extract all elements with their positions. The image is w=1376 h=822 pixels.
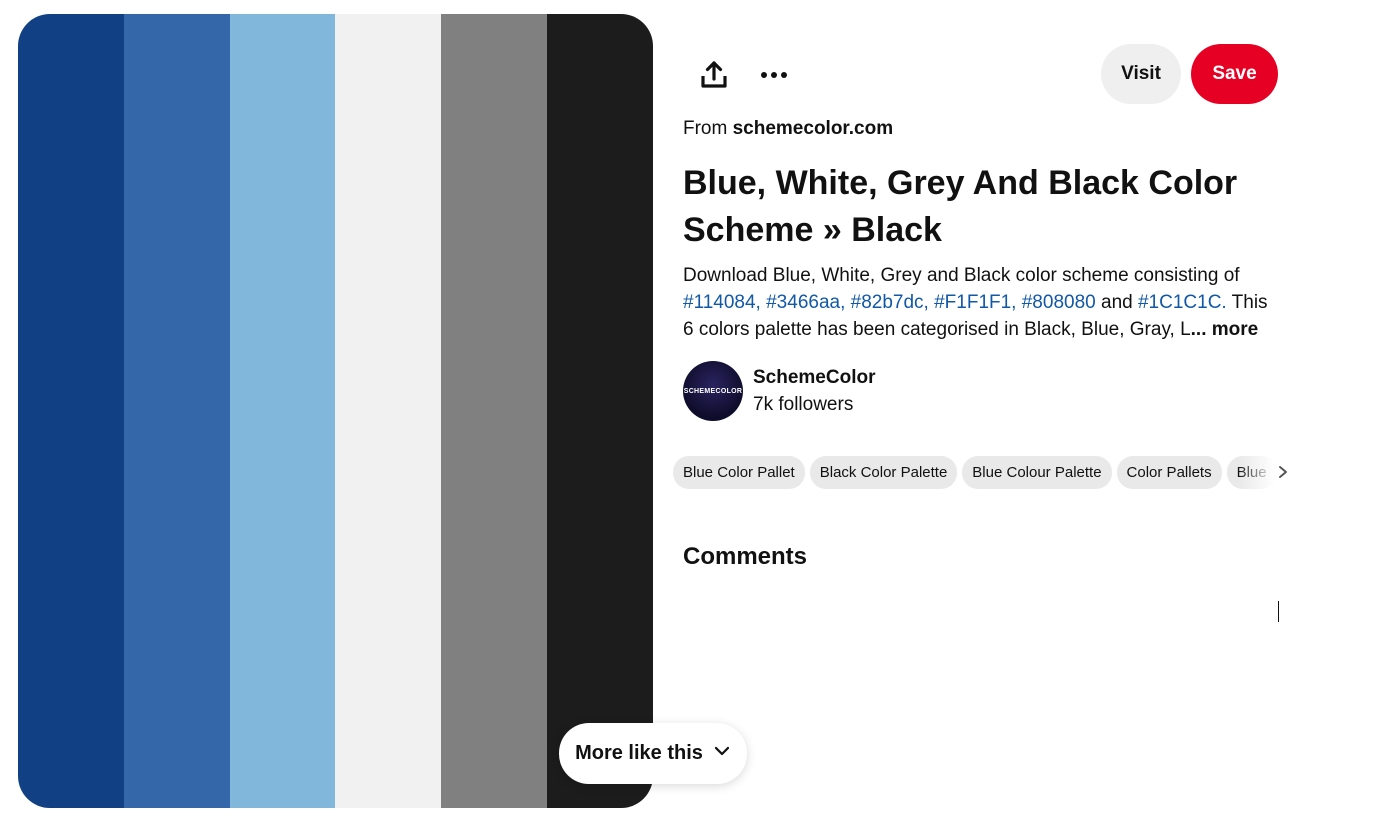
palette-swatch — [229, 14, 336, 808]
palette-swatch — [18, 14, 124, 808]
source-link[interactable]: schemecolor.com — [733, 118, 894, 139]
creator-name[interactable]: SchemeColor — [753, 367, 875, 389]
tag-chip[interactable]: Blue Colour Palette — [962, 456, 1112, 489]
more-like-this-button[interactable]: More like this — [559, 723, 747, 784]
chevron-right-icon[interactable] — [1274, 461, 1292, 483]
visit-button[interactable]: Visit — [1101, 44, 1181, 104]
creator-followers: 7k followers — [753, 394, 854, 415]
tags-row: Blue Color Pallet Black Color Palette Bl… — [673, 456, 1288, 489]
palette-swatch — [441, 14, 548, 808]
creator-avatar[interactable]: SCHEMECOLOR — [683, 361, 743, 421]
tag-chip[interactable]: Black Color Palette — [809, 456, 958, 489]
share-icon[interactable] — [690, 51, 738, 99]
text-cursor — [1278, 601, 1279, 622]
tag-chip[interactable]: Blue Color Pallet — [673, 456, 805, 489]
palette-swatch — [547, 14, 653, 808]
more-like-this-label: More like this — [575, 742, 703, 764]
pin-title: Blue, White, Grey And Black Color Scheme… — [683, 164, 1238, 249]
source-line: From schemecolor.com — [683, 118, 893, 140]
palette-swatch — [123, 14, 230, 808]
description-intro: Download Blue, White, Grey and Black col… — [683, 265, 1240, 286]
pin-image[interactable] — [18, 14, 653, 808]
save-button[interactable]: Save — [1191, 44, 1278, 104]
description-and: and — [1101, 292, 1133, 313]
source-prefix: From — [683, 118, 728, 139]
description-more-button[interactable]: ... more — [1191, 319, 1259, 340]
hex-code-last-link[interactable]: #1C1C1C. — [1138, 292, 1227, 313]
palette-swatch — [335, 14, 442, 808]
more-options-icon[interactable] — [750, 51, 798, 99]
pin-description: Download Blue, White, Grey and Black col… — [683, 262, 1283, 343]
avatar-logo-text: SCHEMECOLOR — [683, 387, 743, 395]
tag-chip[interactable]: Color Pallets — [1116, 456, 1222, 489]
comments-heading: Comments — [683, 543, 808, 570]
hex-codes-link[interactable]: #114084, #3466aa, #82b7dc, #F1F1F1, #808… — [683, 292, 1096, 313]
chevron-down-icon — [713, 742, 731, 766]
